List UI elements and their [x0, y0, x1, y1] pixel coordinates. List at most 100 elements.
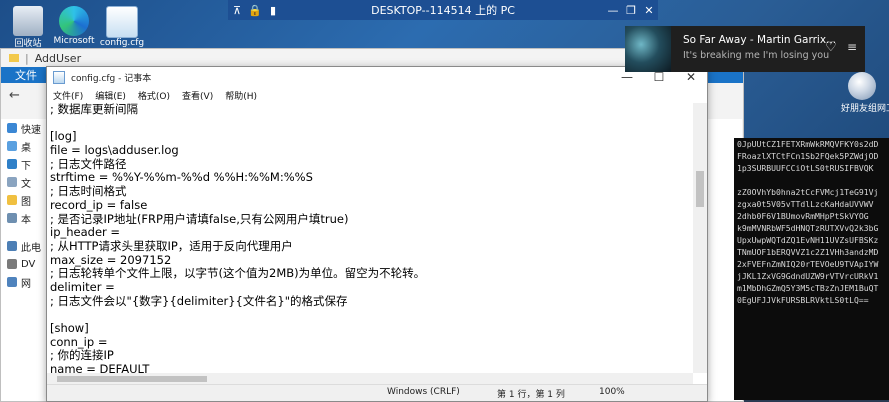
terminal-line: m1MbDhGZmQ5Y3M5cTBzZnJEM1BuQT — [737, 283, 879, 293]
star-icon — [7, 123, 17, 133]
maximize-button[interactable]: ☐ — [643, 70, 675, 84]
text-line: [show] — [50, 321, 89, 335]
restore-button[interactable]: ❐ — [622, 4, 640, 17]
network-app-icon[interactable] — [848, 72, 876, 100]
sidebar-item[interactable]: 图 — [1, 191, 51, 209]
playlist-icon[interactable]: ≡ — [847, 40, 857, 54]
sidebar-item[interactable]: 快速 — [1, 119, 51, 137]
menu-format[interactable]: 格式(O) — [138, 89, 170, 102]
song-subtitle: It's breaking me I'm losing you — [683, 50, 830, 61]
text-line: ; 从HTTP请求头里获取IP，适用于反向代理用户 — [50, 238, 293, 253]
text-line — [47, 308, 693, 322]
text-line: [log] — [50, 129, 77, 144]
menu-edit[interactable]: 编辑(E) — [95, 89, 126, 102]
pin-icon[interactable]: ⊼ — [228, 4, 246, 17]
text-line: ip_header = — [50, 225, 121, 240]
text-line: ; 是否记录IP地址(FRP用户请填false,只有公网用户填true) — [50, 211, 349, 226]
notepad-menubar: 文件(F) 编辑(E) 格式(O) 查看(V) 帮助(H) — [47, 87, 707, 103]
explorer-path: AddUser — [34, 51, 82, 65]
text-line: ; 你的连接IP — [50, 348, 114, 363]
remote-desktop-bar: ⊼ 🔒 ▮ DESKTOP--114514 上的 PC — ❐ ✕ — [228, 0, 658, 20]
notepad-file-icon — [106, 6, 138, 38]
network-app-label: 好朋友组网工 — [841, 104, 889, 114]
terminal-line: k9mMVNRbWF5dHNQTzRUTXVvQ2k3bG — [737, 223, 879, 233]
notepad-text-area[interactable]: ; 数据库更新间隔 [log] file = logs\adduser.log; 日… — [47, 103, 693, 373]
terminal-line: FRoazlXTCtFCn1Sb2FQek5PZWdjOD — [737, 151, 879, 161]
notepad-statusbar: Windows (CRLF) 第 1 行，第 1 列 100% — [47, 384, 707, 401]
desktop-icon-label: config.cfg — [99, 38, 145, 48]
sidebar-item[interactable]: 文 — [1, 173, 51, 191]
terminal-line: zgxa0t5V05vTTdlLzcKaHdaUVVWV — [737, 199, 874, 209]
explorer-sidebar: 快速 桌 下 文 图 本 此电 DV 网 — [1, 119, 51, 401]
this-pc-icon — [7, 241, 17, 251]
close-button[interactable]: ✕ — [640, 4, 658, 17]
sidebar-item[interactable]: 此电 — [1, 237, 51, 255]
document-icon — [7, 177, 17, 187]
menu-view[interactable]: 查看(V) — [182, 89, 213, 102]
ribbon-tab-file[interactable]: 文件 — [15, 67, 37, 83]
dvd-icon — [7, 259, 17, 269]
terminal-line: 2dhb0F6V1BUmovRmMHpPtSkVYOG — [737, 211, 869, 221]
sidebar-item[interactable]: 本 — [1, 209, 51, 227]
signal-icon: ▮ — [269, 3, 277, 17]
sidebar-item[interactable]: 下 — [1, 155, 51, 173]
download-icon — [7, 159, 17, 169]
notepad-icon — [53, 70, 65, 84]
terminal-line: 0JpUUtCZ1FETXRmWkRMQVFKY0s2dD — [737, 139, 879, 149]
edge-icon — [59, 6, 89, 36]
folder-icon — [9, 54, 19, 62]
text-line — [47, 117, 693, 131]
sidebar-item[interactable]: DV — [1, 255, 51, 273]
notepad-window: config.cfg - 记事本 — ☐ ✕ 文件(F) 编辑(E) 格式(O)… — [46, 66, 708, 402]
network-icon — [7, 277, 17, 287]
minimize-button[interactable]: — — [604, 4, 622, 17]
text-line: ; 日志轮转单个文件上限，以字节(这个值为2MB)为单位。留空为不轮转。 — [50, 266, 426, 281]
text-line: name = DEFAULT — [50, 362, 150, 373]
text-line: ; 日志文件会以"{数字}{delimiter}{文件名}"的格式保存 — [50, 293, 348, 308]
scrollbar-thumb[interactable] — [57, 376, 207, 382]
terminal-line: 2xFVEFnZmNIQ20rTEVOeU9TVApIYW — [737, 259, 879, 269]
menu-file[interactable]: 文件(F) — [53, 89, 83, 102]
text-line: record_ip = false — [50, 197, 148, 212]
sidebar-item[interactable]: 网 — [1, 273, 51, 291]
close-button[interactable]: ✕ — [675, 70, 707, 84]
sidebar-item[interactable]: 桌 — [1, 137, 51, 155]
notepad-title: config.cfg - 记事本 — [71, 73, 152, 84]
text-line: file = logs\adduser.log — [50, 143, 179, 158]
text-line: delimiter = — [50, 279, 115, 294]
terminal-window: 0JpUUtCZ1FETXRmWkRMQVFKY0s2dD FRoazlXTCtF… — [734, 138, 889, 400]
back-arrow-icon[interactable]: ← — [9, 88, 20, 103]
desktop-icon-config[interactable]: config.cfg — [94, 4, 150, 48]
status-position: 第 1 行，第 1 列 — [497, 390, 565, 400]
text-line: conn_ip = — [50, 334, 108, 349]
remote-desktop-title: DESKTOP--114514 上的 PC — [371, 4, 515, 17]
terminal-line: zZ0OVhYb0hna2tCcFVMcj1TeG91Vj — [737, 187, 879, 197]
terminal-line: 0EgUFJJVkFURSBLRVktLS0tLQ== — [737, 295, 869, 305]
vertical-scrollbar[interactable] — [693, 103, 707, 373]
folder-icon — [7, 195, 17, 205]
text-line: strftime = %%Y-%%m-%%d %%H:%%M:%%S — [50, 170, 313, 185]
song-title: So Far Away - Martin Garrix... — [683, 34, 837, 46]
text-line: ; 数据库更新间隔 — [50, 103, 139, 116]
text-line: max_size = 2097152 — [50, 252, 172, 267]
media-notification[interactable]: So Far Away - Martin Garrix... It's brea… — [625, 26, 865, 72]
terminal-line: jJKL1ZxVG9GdndUZW9rVTVrcURkV1 — [737, 271, 879, 281]
album-art — [625, 26, 671, 72]
recycle-bin-icon — [13, 6, 43, 36]
notepad-titlebar: config.cfg - 记事本 — ☐ ✕ — [47, 67, 707, 87]
status-zoom: 100% — [599, 387, 625, 397]
desktop-icon — [7, 141, 17, 151]
text-line: ; 日志时间格式 — [50, 184, 127, 199]
scrollbar-thumb[interactable] — [696, 171, 704, 207]
separator-icon: | — [25, 51, 29, 65]
terminal-line: 1p3SURBUUFCCiOtLS0tRUSIFBVQK — [737, 163, 874, 173]
minimize-button[interactable]: — — [611, 70, 643, 84]
computer-icon — [7, 213, 17, 223]
terminal-line: TNmUOF1bERQVVZ1c2Z1VHh3andzMD — [737, 247, 879, 257]
menu-help[interactable]: 帮助(H) — [225, 89, 257, 102]
lock-icon: 🔒 — [248, 3, 262, 17]
heart-icon[interactable]: ♡ — [825, 40, 837, 55]
text-line: ; 日志文件路径 — [50, 156, 127, 171]
status-encoding: Windows (CRLF) — [387, 387, 460, 397]
